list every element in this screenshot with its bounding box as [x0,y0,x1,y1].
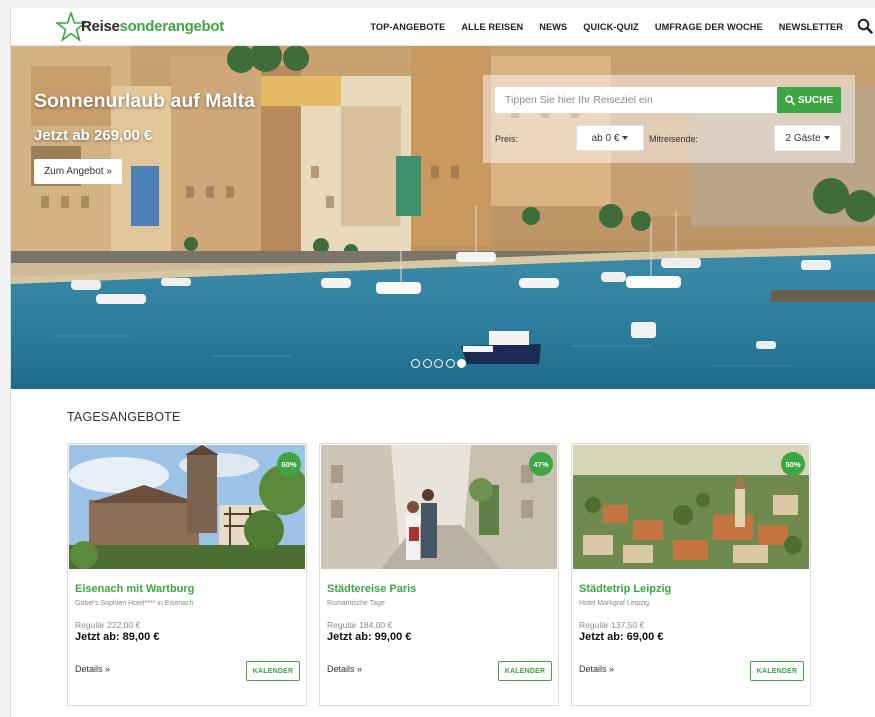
slider-dot-5[interactable] [457,359,466,368]
logo-text: Reisesonderangebot [59,18,224,35]
hero-slider: Sonnenurlaub auf Malta Jetzt ab 269,00 €… [11,46,875,389]
offer-regular-price: Regulär 137,50 € [579,620,645,630]
travelers-select[interactable]: 2 Gäste [774,125,841,151]
search-panel: SUCHE Preis: ab 0 € Mitreisende: 2 Gäste [483,75,855,163]
details-link[interactable]: Details » [327,664,362,674]
nav-newsletter[interactable]: NEWSLETTER [779,22,843,32]
price-select-value: ab 0 € [591,132,620,144]
destination-search-input[interactable] [495,87,777,113]
chevron-down-icon [823,136,830,140]
price-label: Preis: [495,134,519,144]
details-link[interactable]: Details » [579,664,614,674]
nav-umfrage[interactable]: UMFRAGE DER WOCHE [655,22,763,32]
offer-title[interactable]: Eisenach mit Wartburg [75,583,194,595]
calendar-button[interactable]: KALENDER [246,661,300,681]
offer-price: Jetzt ab: 99,00 € [327,631,412,643]
logo-text-part1: Reise [81,18,120,35]
hero-title: Sonnenurlaub auf Malta [34,90,256,112]
search-submit-button[interactable]: SUCHE [777,87,841,113]
main-nav: TOP-ANGEBOTE ALLE REISEN NEWS QUICK-QUIZ… [370,18,875,36]
site-header: Reisesonderangebot TOP-ANGEBOTE ALLE REI… [11,8,875,46]
slider-dot-1[interactable] [411,359,420,368]
discount-badge: 50% [781,452,805,476]
price-select[interactable]: ab 0 € [576,125,644,151]
nav-alle-reisen[interactable]: ALLE REISEN [461,22,523,32]
offer-subtitle: Romantische Tage [327,600,385,607]
discount-badge: 60% [277,452,301,476]
offer-subtitle: Hotel Markgraf Leipzig [579,600,650,607]
travelers-select-value: 2 Gäste [785,132,821,144]
offer-regular-price: Regulär 222,00 € [75,620,141,630]
slider-dot-2[interactable] [422,359,432,368]
calendar-button[interactable]: KALENDER [750,661,804,681]
slider-dot-4[interactable] [445,359,455,368]
slider-dot-3[interactable] [434,359,443,368]
details-link[interactable]: Details » [75,664,110,674]
nav-top-angebote[interactable]: TOP-ANGEBOTE [370,22,445,32]
discount-badge: 47% [529,452,553,476]
offer-price: Jetzt ab: 89,00 € [75,631,160,643]
nav-quick-quiz[interactable]: QUICK-QUIZ [583,22,639,32]
nav-news[interactable]: NEWS [539,22,567,32]
hero-price: Jetzt ab 269,00 € [34,127,153,144]
section-title-daily-offers: TAGESANGEBOTE [67,410,181,424]
travelers-label: Mitreisende: [649,134,699,144]
offer-image-paris[interactable]: 47% [321,445,557,569]
site-logo[interactable]: Reisesonderangebot [56,8,306,46]
calendar-button[interactable]: KALENDER [498,661,552,681]
page: Reisesonderangebot TOP-ANGEBOTE ALLE REI… [10,8,875,717]
offer-card-leipzig[interactable]: 50% Städtetrip Leipzig Hotel Markgraf Le… [571,443,811,706]
hero-offer-button[interactable]: Zum Angebot » [34,159,122,184]
offer-regular-price: Regulär 184,00 € [327,620,393,630]
offer-title[interactable]: Städtetrip Leipzig [579,583,671,595]
logo-text-part2: sonderangebot [119,18,225,35]
offer-subtitle: Göbel's Sophien Hotel**** in Eisenach [75,600,194,607]
search-submit-label: SUCHE [797,94,833,106]
offer-card-paris[interactable]: 47% Städtereise Paris Romantische Tage R… [319,443,559,706]
search-icon [785,95,795,105]
slider-dots [411,359,469,368]
offer-image-eisenach[interactable]: 60% [69,445,305,569]
search-icon[interactable] [857,18,875,36]
offer-price: Jetzt ab: 69,00 € [579,631,664,643]
offer-title[interactable]: Städtereise Paris [327,583,416,595]
offer-image-leipzig[interactable]: 50% [573,445,809,569]
chevron-down-icon [622,136,629,140]
offer-card-eisenach[interactable]: 60% Eisenach mit Wartburg Göbel's Sophie… [67,443,307,706]
